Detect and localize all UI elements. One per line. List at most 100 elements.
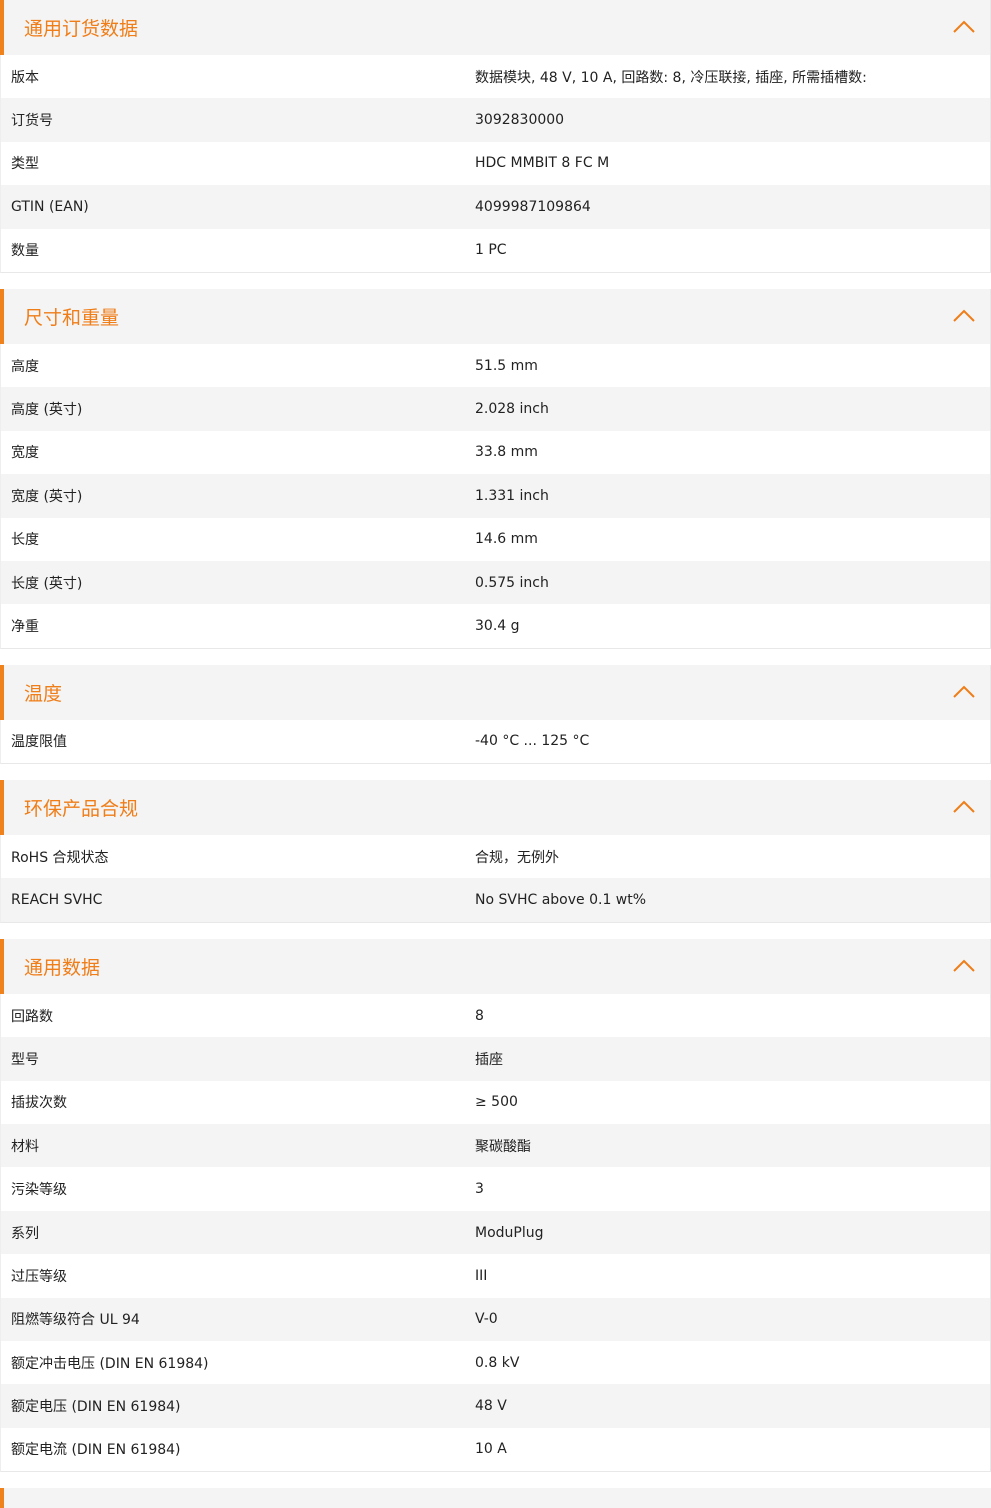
table-row: 系列 ModuPlug	[1, 1210, 990, 1255]
row-label: 数量	[11, 243, 39, 260]
row-label: 类型	[11, 156, 39, 173]
row-value: No SVHC above 0.1 wt%	[475, 892, 647, 909]
table-row: 版本 数据模块, 48 V, 10 A, 回路数: 8, 冷压联接, 插座, 所需…	[1, 55, 990, 98]
row-label: 净重	[11, 618, 39, 635]
table-row: 净重 30.4 g	[1, 604, 990, 647]
table-row: 阻燃等级符合 UL 94 V-0	[1, 1297, 990, 1341]
table-row: 额定冲击电压 (DIN EN 61984) 0.8 kV	[1, 1341, 990, 1384]
row-label: 污染等级	[11, 1182, 67, 1199]
row-label: 宽度	[11, 445, 39, 462]
table-row: 高度 (英寸) 2.028 inch	[1, 387, 990, 431]
section-title: 环保产品合规	[24, 798, 139, 821]
section-header-temperature[interactable]: 温度	[0, 664, 990, 720]
row-value: V-0	[475, 1311, 498, 1328]
table-row: 额定电压 (DIN EN 61984) 48 V	[1, 1384, 990, 1428]
row-value: HDC MMBIT 8 FC M	[475, 155, 610, 172]
section-title: 温度	[24, 682, 63, 705]
row-value: 3	[475, 1181, 484, 1198]
row-label: 额定冲击电压 (DIN EN 61984)	[11, 1355, 209, 1372]
row-label: 高度 (英寸)	[11, 402, 83, 419]
table-row: 长度 14.6 mm	[1, 518, 990, 561]
row-value: 51.5 mm	[475, 357, 538, 374]
row-label: 订货号	[11, 113, 53, 130]
table-row: 插拔次数 ≥ 500	[1, 1081, 990, 1124]
row-label: RoHS 合规状态	[11, 849, 109, 866]
section-title: 通用数据	[24, 956, 101, 979]
row-value: 聚碳酸酯	[475, 1138, 531, 1155]
row-label: 额定电流 (DIN EN 61984)	[11, 1442, 181, 1459]
row-label: 型号	[11, 1051, 39, 1068]
spec-page: 通用订货数据 版本 数据模块, 48 V, 10 A, 回路数: 8, 冷压联接,…	[0, 0, 991, 1508]
row-label: 系列	[11, 1225, 39, 1242]
row-value: 10 A	[475, 1441, 507, 1458]
row-value: 插座	[475, 1051, 503, 1068]
row-value: 2.028 inch	[475, 401, 549, 418]
table-row: 宽度 33.8 mm	[1, 431, 990, 474]
section-header-environmental-compliance[interactable]: 环保产品合规	[0, 780, 990, 836]
row-label: 回路数	[11, 1008, 53, 1025]
table-row: 长度 (英寸) 0.575 inch	[1, 560, 990, 605]
table-row: 污染等级 3	[1, 1167, 990, 1210]
table-row: REACH SVHC No SVHC above 0.1 wt%	[1, 878, 990, 922]
section-header-dimensions-weight[interactable]: 尺寸和重量	[0, 288, 990, 344]
chevron-up-icon[interactable]	[952, 16, 976, 38]
chevron-up-icon[interactable]	[952, 796, 976, 818]
row-value: 14.6 mm	[475, 531, 538, 548]
row-label: 宽度 (英寸)	[11, 488, 83, 505]
row-label: 高度	[11, 358, 39, 375]
section-general-order-data: 通用订货数据 版本 数据模块, 48 V, 10 A, 回路数: 8, 冷压联接,…	[0, 0, 991, 273]
row-label: 版本	[11, 69, 39, 86]
table-row: GTIN (EAN) 4099987109864	[1, 185, 990, 229]
row-value: 4099987109864	[475, 198, 591, 215]
section-temperature: 温度 温度限值 -40 °C ... 125 °C	[0, 664, 991, 765]
section-title: 通用订货数据	[24, 18, 139, 40]
table-row: 型号 插座	[1, 1037, 990, 1081]
row-value: 48 V	[475, 1398, 507, 1415]
row-value: 合规，无例外	[475, 849, 559, 866]
row-label: REACH SVHC	[11, 892, 103, 909]
row-value: 数据模块, 48 V, 10 A, 回路数: 8, 冷压联接, 插座, 所需插槽…	[475, 69, 867, 86]
section-general-data: 通用数据 回路数 8 型号 插座 插拔次数 ≥ 500 材料 聚碳酸酯 污染等级 3 系列…	[0, 938, 991, 1473]
row-label: 阻燃等级符合 UL 94	[11, 1312, 140, 1329]
row-label: 过压等级	[11, 1268, 67, 1285]
table-row: 宽度 (英寸) 1.331 inch	[1, 474, 990, 518]
table-row: 额定电流 (DIN EN 61984) 10 A	[1, 1428, 990, 1471]
row-value: 30.4 g	[475, 617, 520, 634]
row-label: 材料	[11, 1138, 39, 1155]
table-row: 过压等级 III	[1, 1254, 990, 1297]
row-value: 0.575 inch	[475, 574, 549, 591]
chevron-up-icon[interactable]	[952, 681, 976, 703]
table-row: 类型 HDC MMBIT 8 FC M	[1, 142, 990, 185]
table-row: 温度限值 -40 °C ... 125 °C	[1, 720, 990, 763]
chevron-up-icon[interactable]	[952, 955, 976, 977]
row-value: ModuPlug	[475, 1224, 544, 1241]
section-title: 尺寸和重量	[24, 306, 120, 329]
row-value: 0.8 kV	[475, 1354, 520, 1371]
table-row: 回路数 8	[1, 994, 990, 1037]
row-label: 额定电压 (DIN EN 61984)	[11, 1399, 181, 1416]
row-label: 长度	[11, 532, 39, 549]
section-header-general-data[interactable]: 通用数据	[0, 938, 990, 994]
row-value: III	[475, 1267, 488, 1284]
section-environmental-compliance: 环保产品合规 RoHS 合规状态 合规，无例外 REACH SVHC No SVHC…	[0, 780, 991, 923]
table-row: RoHS 合规状态 合规，无例外	[1, 835, 990, 878]
row-label: GTIN (EAN)	[11, 198, 89, 215]
table-row: 订货号 3092830000	[1, 98, 990, 142]
row-value: 1.331 inch	[475, 487, 549, 504]
row-value: 8	[475, 1007, 484, 1024]
row-value: ≥ 500	[475, 1094, 518, 1111]
table-row: 数量 1 PC	[1, 229, 990, 272]
table-row: 高度 51.5 mm	[1, 344, 990, 387]
row-label: 长度 (英寸)	[11, 575, 83, 592]
next-section-header-partial	[0, 1488, 991, 1508]
row-value: -40 °C ... 125 °C	[475, 733, 590, 750]
table-row: 材料 聚碳酸酯	[1, 1124, 990, 1168]
row-label: 插拔次数	[11, 1095, 67, 1112]
section-dimensions-weight: 尺寸和重量 高度 51.5 mm 高度 (英寸) 2.028 inch 宽度 33.8…	[0, 288, 991, 649]
chevron-up-icon[interactable]	[952, 305, 976, 327]
row-value: 1 PC	[475, 242, 507, 259]
section-header-general-order-data[interactable]: 通用订货数据	[0, 0, 990, 55]
row-value: 3092830000	[475, 112, 565, 129]
row-value: 33.8 mm	[475, 444, 538, 461]
row-label: 温度限值	[11, 734, 67, 751]
